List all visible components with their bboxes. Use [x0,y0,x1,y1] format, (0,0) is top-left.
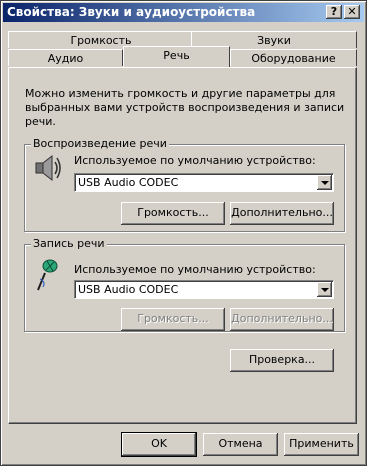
playback-advanced-button[interactable]: Дополнительно... [230,202,334,225]
playback-legend: Воспроизведение речи [31,137,169,150]
tab-hardware[interactable]: Оборудование [230,49,357,66]
close-button[interactable]: ✕ [344,5,360,19]
ok-button[interactable]: OK [121,432,197,457]
help-button[interactable]: ? [326,5,342,19]
record-volume-button: Громкость... [121,308,225,331]
tab-speech[interactable]: Речь [123,46,230,67]
playback-device-select[interactable]: USB Audio CODEC [74,173,334,192]
speaker-icon [35,154,61,182]
playback-device-label: Используемое по умолчанию устройство: [74,154,316,167]
microphone-icon [37,259,58,291]
chevron-down-icon[interactable] [317,175,332,190]
playback-device-value: USB Audio CODEC [78,176,179,189]
tab-audio[interactable]: Аудио [8,49,123,66]
record-advanced-button: Дополнительно... [230,308,334,331]
test-button[interactable]: Проверка... [230,349,334,372]
chevron-down-icon[interactable] [317,282,332,297]
record-device-value: USB Audio CODEC [78,283,179,296]
window-title: Свойства: Звуки и аудиоустройства [7,5,256,19]
playback-volume-button[interactable]: Громкость... [121,202,225,225]
description-text: Можно изменить громкость и другие параме… [25,87,345,128]
properties-dialog: Свойства: Звуки и аудиоустройства ? ✕ Гр… [0,0,367,466]
apply-button[interactable]: Применить [284,433,359,456]
cancel-button[interactable]: Отмена [203,433,278,456]
record-device-label: Используемое по умолчанию устройство: [74,263,316,276]
title-bar[interactable]: Свойства: Звуки и аудиоустройства ? ✕ [3,3,364,22]
record-device-select[interactable]: USB Audio CODEC [74,280,334,299]
record-legend: Запись речи [31,237,107,250]
